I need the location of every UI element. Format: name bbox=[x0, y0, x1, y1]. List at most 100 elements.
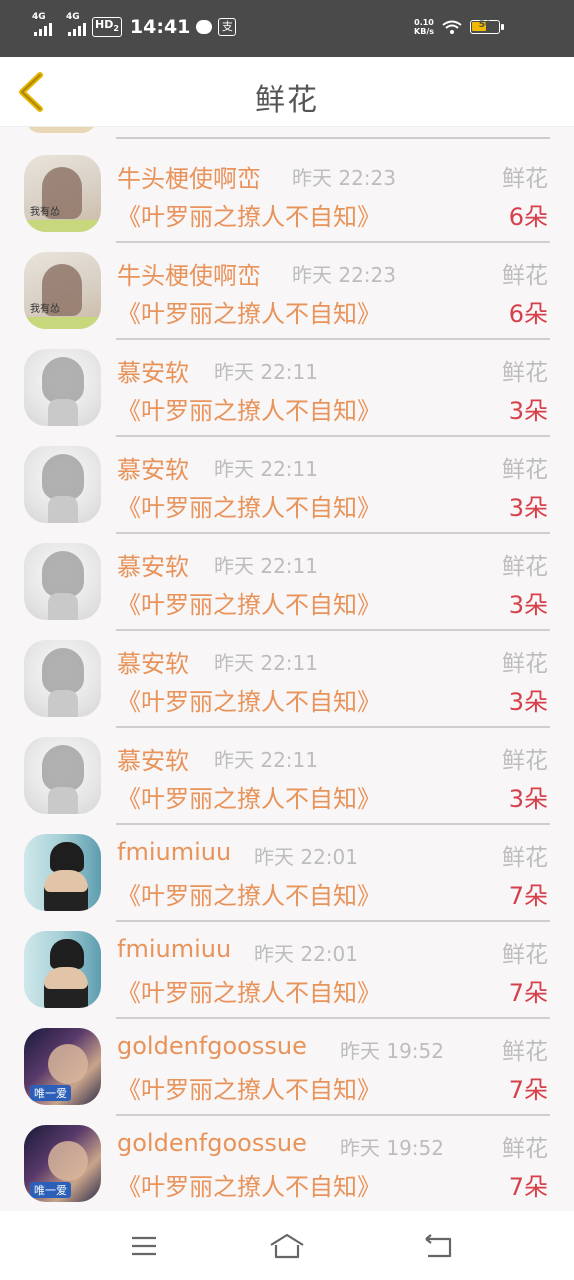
net-speed-value: 0.10 bbox=[414, 18, 434, 27]
avatar[interactable] bbox=[24, 737, 101, 814]
gift-type: 鲜花 bbox=[502, 942, 548, 968]
net-speed-unit: KB/s bbox=[414, 27, 434, 36]
avatar[interactable] bbox=[24, 1028, 101, 1105]
list-item[interactable]: fmiumiuu 昨天 22:01 鲜花《叶罗丽之撩人不自知》 7朵 bbox=[0, 913, 574, 1019]
gift-count: 7朵 bbox=[508, 1076, 548, 1104]
avatar[interactable] bbox=[24, 640, 101, 717]
avatar[interactable] bbox=[24, 252, 101, 329]
user-name[interactable]: 牛头梗使啊峦 bbox=[117, 159, 261, 194]
book-title: 《叶罗丽之撩人不自知》 bbox=[117, 300, 381, 328]
book-title: 《叶罗丽之撩人不自知》 bbox=[117, 882, 381, 910]
user-name[interactable]: 慕安软 bbox=[117, 353, 189, 388]
avatar[interactable] bbox=[24, 1125, 101, 1202]
book-title: 《叶罗丽之撩人不自知》 bbox=[117, 979, 381, 1007]
gift-type: 鲜花 bbox=[502, 457, 548, 483]
signal-2-icon: 4G bbox=[66, 12, 86, 36]
battery-level: 50 bbox=[478, 20, 492, 30]
list-item[interactable]: 慕安软 昨天 22:11 鲜花 《叶罗丽之撩人不自知》 3朵 bbox=[0, 525, 574, 631]
wifi-icon bbox=[442, 20, 462, 34]
app-header: 鲜花 bbox=[0, 57, 574, 127]
gift-count: 7朵 bbox=[508, 979, 548, 1007]
avatar[interactable] bbox=[24, 349, 101, 426]
user-name[interactable]: 慕安软 bbox=[117, 741, 189, 776]
status-time: 14:41 bbox=[129, 16, 191, 38]
avatar[interactable] bbox=[24, 155, 101, 232]
status-right: 0.10 KB/s 50 bbox=[414, 18, 504, 36]
book-title: 《叶罗丽之撩人不自知》 bbox=[117, 785, 381, 813]
user-name[interactable]: 慕安软 bbox=[117, 450, 189, 485]
gift-time: 昨天 22:11 bbox=[214, 554, 318, 578]
gift-type: 鲜花 bbox=[502, 1136, 548, 1162]
status-left: 4G 4G HD2 14:41 支 bbox=[32, 12, 237, 38]
list-item[interactable]: 慕安软 昨天 22:11 鲜花 《叶罗丽之撩人不自知》 3朵 bbox=[0, 719, 574, 825]
gift-count: 3朵 bbox=[508, 688, 548, 716]
gift-count: 7朵 bbox=[508, 882, 548, 910]
gift-time: 昨天 22:11 bbox=[214, 360, 318, 384]
user-name[interactable]: fmiumiuu bbox=[117, 935, 231, 963]
gift-time: 昨天 22:23 bbox=[292, 263, 396, 287]
battery-icon: 50 bbox=[470, 20, 504, 34]
gift-time: 昨天 22:11 bbox=[214, 651, 318, 675]
list-item[interactable]: 慕安软 昨天 22:11 鲜花《叶罗丽之撩人不自知》 3朵 bbox=[0, 622, 574, 728]
user-name[interactable]: goldenfgoossue bbox=[117, 1032, 307, 1060]
list-item[interactable]: 牛头梗使啊峦 昨天 22:23 鲜花《叶罗丽之撩人不自知》 6朵 bbox=[0, 234, 574, 340]
signal-1-label: 4G bbox=[32, 12, 46, 22]
user-name[interactable]: goldenfgoossue bbox=[117, 1129, 307, 1157]
gift-time: 昨天 22:01 bbox=[254, 845, 358, 869]
signal-2-label: 4G bbox=[66, 12, 80, 22]
gift-time: 昨天 19:52 bbox=[340, 1039, 444, 1063]
gift-time: 昨天 22:11 bbox=[214, 457, 318, 481]
avatar[interactable] bbox=[24, 446, 101, 523]
navigation-bar bbox=[0, 1211, 574, 1280]
list-item[interactable]: goldenfgoossue 昨天 19:52 鲜花《叶罗丽之撩人不自知》 7朵 bbox=[0, 1107, 574, 1204]
status-bar: 4G 4G HD2 14:41 支 0.10 KB/s 50 bbox=[0, 0, 574, 57]
list-item[interactable]: fmiumiuu 昨天 22:01 鲜花 《叶罗丽之撩人不自知》 7朵 bbox=[0, 816, 574, 922]
hd-sub: 2 bbox=[113, 24, 119, 34]
home-icon[interactable] bbox=[267, 1231, 307, 1261]
avatar[interactable] bbox=[24, 834, 101, 911]
gift-count: 3朵 bbox=[508, 397, 548, 425]
avatar bbox=[26, 127, 96, 133]
message-icon bbox=[196, 20, 213, 34]
gift-count: 6朵 bbox=[508, 203, 548, 231]
gift-count: 3朵 bbox=[508, 785, 548, 813]
gift-type: 鲜花 bbox=[502, 360, 548, 386]
alipay-icon: 支 bbox=[218, 18, 237, 36]
user-name[interactable]: 牛头梗使啊峦 bbox=[117, 256, 261, 291]
gift-list[interactable]: 牛头梗使啊峦昨天 22:23鲜花《叶罗丽之撩人不自知》6朵牛头梗使啊峦昨天 22… bbox=[0, 127, 574, 1211]
user-name[interactable]: 慕安软 bbox=[117, 547, 189, 582]
book-title: 《叶罗丽之撩人不自知》 bbox=[117, 688, 381, 716]
back-icon[interactable] bbox=[418, 1231, 458, 1261]
menu-icon[interactable] bbox=[124, 1231, 164, 1261]
avatar[interactable] bbox=[24, 931, 101, 1008]
gift-type: 鲜花 bbox=[502, 263, 548, 289]
gift-type: 鲜花 bbox=[502, 651, 548, 677]
gift-type: 鲜花 bbox=[502, 166, 548, 192]
hd-label: HD bbox=[95, 17, 114, 31]
list-item[interactable]: 慕安软 昨天 22:11 鲜花《叶罗丽之撩人不自知》 3朵 bbox=[0, 428, 574, 534]
gift-time: 昨天 22:01 bbox=[254, 942, 358, 966]
book-title: 《叶罗丽之撩人不自知》 bbox=[117, 494, 381, 522]
gift-count: 7朵 bbox=[508, 1173, 548, 1201]
gift-time: 昨天 22:23 bbox=[292, 166, 396, 190]
book-title: 《叶罗丽之撩人不自知》 bbox=[117, 1076, 381, 1104]
list-item[interactable]: 牛头梗使啊峦 昨天 22:23 鲜花《叶罗丽之撩人不自知》 6朵 bbox=[0, 137, 574, 243]
list-item[interactable]: goldenfgoossue 昨天 19:52 鲜花《叶罗丽之撩人不自知》 7朵 bbox=[0, 1010, 574, 1116]
gift-time: 昨天 19:52 bbox=[340, 1136, 444, 1160]
gift-count: 3朵 bbox=[508, 494, 548, 522]
gift-type: 鲜花 bbox=[502, 1039, 548, 1065]
book-title: 《叶罗丽之撩人不自知》 bbox=[117, 203, 381, 231]
gift-count: 6朵 bbox=[508, 300, 548, 328]
gift-count: 3朵 bbox=[508, 591, 548, 619]
list-item[interactable]: 慕安软 昨天 22:11 鲜花《叶罗丽之撩人不自知》 3朵 bbox=[0, 331, 574, 437]
page-title: 鲜花 bbox=[255, 83, 319, 118]
signal-1-icon: 4G bbox=[32, 12, 52, 36]
book-title: 《叶罗丽之撩人不自知》 bbox=[117, 1173, 381, 1201]
avatar[interactable] bbox=[24, 543, 101, 620]
user-name[interactable]: 慕安软 bbox=[117, 644, 189, 679]
user-name[interactable]: fmiumiuu bbox=[117, 838, 231, 866]
book-title: 《叶罗丽之撩人不自知》 bbox=[117, 397, 381, 425]
hd-badge: HD2 bbox=[92, 16, 122, 38]
net-speed: 0.10 KB/s bbox=[414, 18, 434, 36]
book-title: 《叶罗丽之撩人不自知》 bbox=[117, 591, 381, 619]
